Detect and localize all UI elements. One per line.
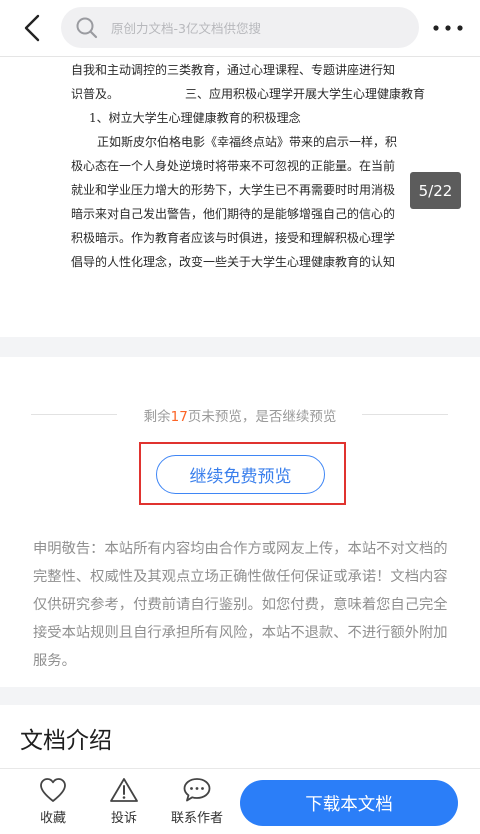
doc-line: 识普及。 — [71, 87, 120, 101]
download-button[interactable]: 下载本文档 — [240, 780, 458, 826]
back-arrow-icon — [24, 14, 40, 42]
more-button[interactable] — [428, 14, 468, 42]
top-bar: 原创力文档-3亿文档供您搜 — [0, 0, 480, 57]
section-title: 文档介绍 — [20, 728, 112, 754]
doc-subheading: 1、树立大学生心理健康教育的积极理念 — [89, 111, 301, 125]
section-divider — [0, 337, 480, 357]
bottom-action-bar: 收藏 投诉 联系作者 下载本文档 — [0, 768, 480, 834]
doc-line: 自我和主动调控的三类教育，通过心理课程、专题讲座进行知 — [71, 63, 396, 77]
section-divider — [0, 687, 480, 705]
warning-icon — [110, 778, 138, 802]
doc-line: 就业和学业压力增大的形势下，大学生已不再需要时时用消极 — [71, 183, 396, 197]
doc-line: 极心态在一个人身处逆境时将带来不可忽视的正能量。在当前 — [71, 159, 396, 173]
doc-line: 正如斯皮尔伯格电影《幸福终点站》带来的启示一样，积 — [97, 135, 398, 149]
remain-suffix: 页未预览，是否继续预览 — [187, 409, 337, 425]
preview-section: 剩余17页未预览，是否继续预览 继续免费预览 申明敬告：本站所有内容均由合作方或… — [0, 357, 480, 687]
disclaimer-text: 申明敬告：本站所有内容均由合作方或网友上传，本站不对文档的完整性、权威性及其观点… — [33, 541, 448, 669]
search-bar[interactable]: 原创力文档-3亿文档供您搜 — [61, 7, 419, 48]
doc-line: 积极暗示。作为教育者应该与时俱进，接受和理解积极心理学 — [71, 231, 396, 245]
document-intro-section: 文档介绍 — [0, 705, 480, 768]
favorite-button[interactable]: 收藏 — [23, 777, 83, 833]
report-label: 投诉 — [110, 811, 137, 826]
remaining-count: 17 — [170, 409, 188, 425]
more-dots-icon — [433, 25, 463, 31]
heart-icon — [40, 778, 66, 802]
doc-heading: 三、应用积极心理学开展大学生心理健康教育 — [185, 87, 426, 101]
back-button[interactable] — [14, 10, 50, 46]
contact-author-button[interactable]: 联系作者 — [166, 777, 228, 833]
document-page[interactable]: 自我和主动调控的三类教育，通过心理课程、专题讲座进行知 识普及。 三、应用积极心… — [0, 57, 480, 337]
favorite-label: 收藏 — [39, 811, 66, 826]
page-indicator-badge: 5/22 — [410, 172, 461, 209]
contact-label: 联系作者 — [170, 811, 223, 826]
continue-free-preview-button[interactable]: 继续免费预览 — [156, 455, 325, 494]
chat-bubble-icon — [183, 778, 211, 802]
search-icon — [76, 17, 98, 38]
remaining-pages-text: 剩余17页未预览，是否继续预览 — [0, 405, 480, 425]
report-button[interactable]: 投诉 — [94, 777, 154, 833]
remain-prefix: 剩余 — [143, 409, 171, 425]
doc-line: 倡导的人性化理念，改变一些关于大学生心理健康教育的认知 — [71, 255, 396, 269]
doc-line: 暗示来对自己发出警告，他们期待的是能够增强自己的信心的 — [71, 207, 396, 221]
search-placeholder: 原创力文档-3亿文档供您搜 — [111, 21, 261, 36]
